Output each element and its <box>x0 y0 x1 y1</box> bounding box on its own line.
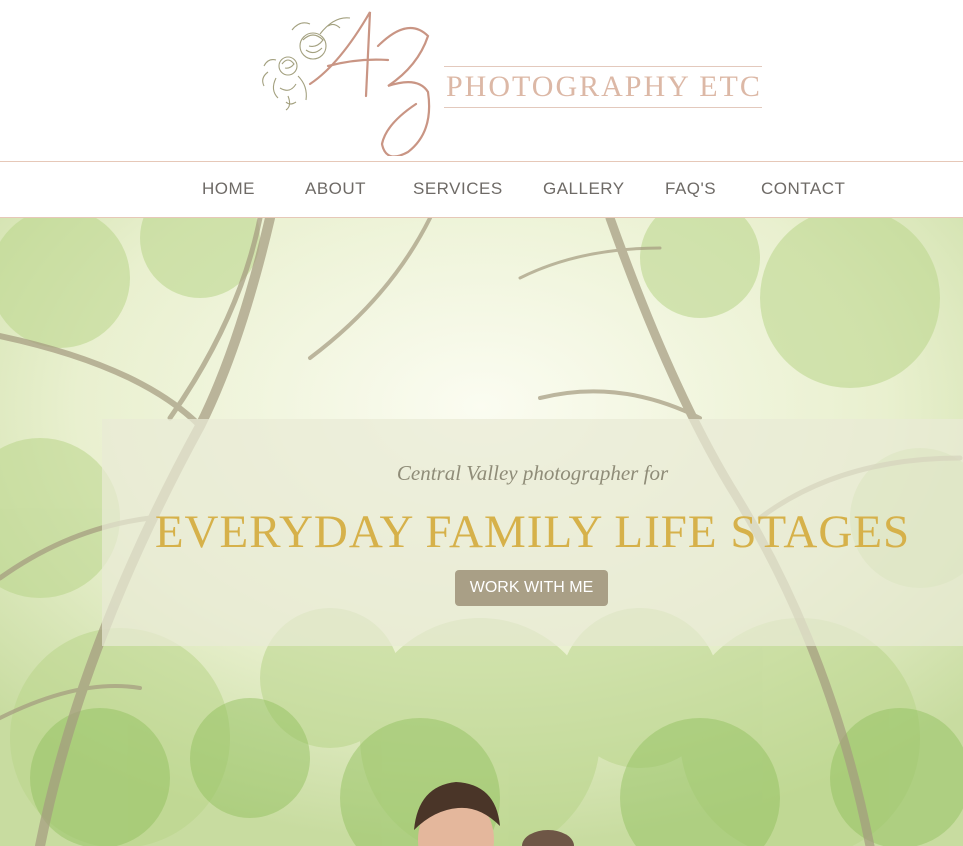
page: PHOTOGRAPHY ETC HOME ABOUT SERVICES GALL… <box>0 0 963 846</box>
nav-item-services[interactable]: SERVICES <box>413 179 503 199</box>
nav-item-about[interactable]: ABOUT <box>305 179 366 199</box>
logo-wordmark: PHOTOGRAPHY ETC <box>444 66 762 108</box>
logo-wordmark-text: PHOTOGRAPHY ETC <box>446 70 762 103</box>
floral-monogram-icon <box>262 11 431 156</box>
hero-section: Central Valley photographer for EVERYDAY… <box>0 218 963 846</box>
work-with-me-button[interactable]: WORK WITH ME <box>455 570 608 606</box>
hero-title: EVERYDAY FAMILY LIFE STAGES <box>154 506 911 558</box>
nav-item-contact[interactable]: CONTACT <box>761 179 845 199</box>
hero-text-panel: Central Valley photographer for EVERYDAY… <box>102 419 963 646</box>
nav-item-faqs[interactable]: FAQ'S <box>665 179 716 199</box>
main-nav: HOME ABOUT SERVICES GALLERY FAQ'S CONTAC… <box>0 161 963 218</box>
nav-item-home[interactable]: HOME <box>202 179 255 199</box>
hero-subtitle: Central Valley photographer for <box>396 461 669 485</box>
nav-item-gallery[interactable]: GALLERY <box>543 179 625 199</box>
site-logo[interactable]: PHOTOGRAPHY ETC <box>258 6 763 156</box>
site-header: PHOTOGRAPHY ETC <box>0 0 963 161</box>
